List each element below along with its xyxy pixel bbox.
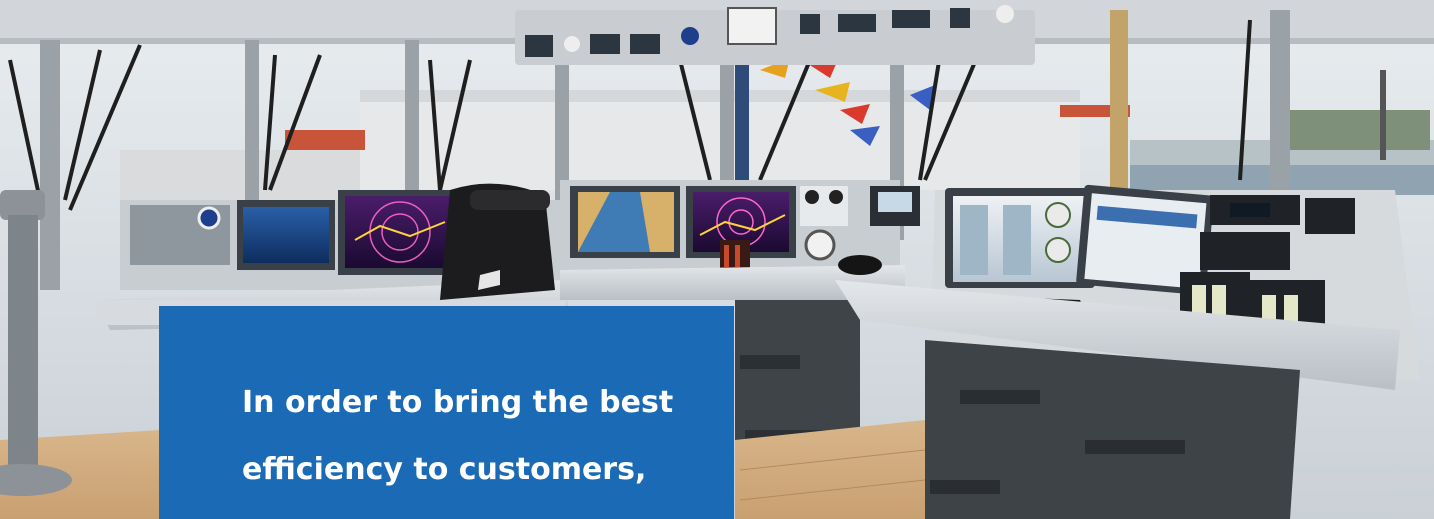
- caption-line-1: In order to bring the best: [242, 385, 674, 420]
- caption-line-2: efficiency to customers,: [242, 452, 647, 487]
- caption-box: In order to bring the best efficiency to…: [159, 306, 734, 519]
